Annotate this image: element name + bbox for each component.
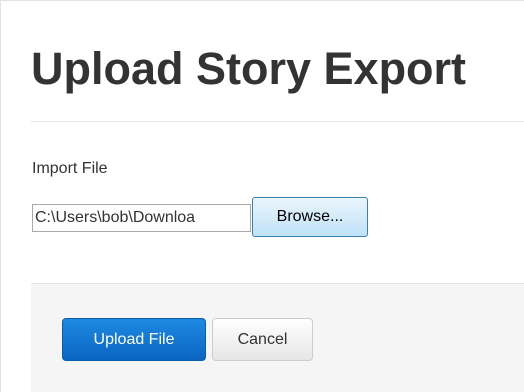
- page-title: Upload Story Export: [31, 43, 467, 94]
- form-actions-footer: Upload File Cancel: [31, 283, 524, 392]
- upload-file-button[interactable]: Upload File: [62, 318, 206, 361]
- cancel-button[interactable]: Cancel: [212, 318, 313, 361]
- file-input[interactable]: C:\Users\bob\Downloa Browse...: [32, 197, 368, 237]
- file-path-field[interactable]: C:\Users\bob\Downloa: [32, 204, 251, 232]
- import-file-label: Import File: [32, 160, 108, 177]
- browse-button[interactable]: Browse...: [252, 197, 368, 237]
- upload-dialog: Upload Story Export Import File C:\Users…: [0, 0, 524, 392]
- header-divider: [31, 121, 524, 122]
